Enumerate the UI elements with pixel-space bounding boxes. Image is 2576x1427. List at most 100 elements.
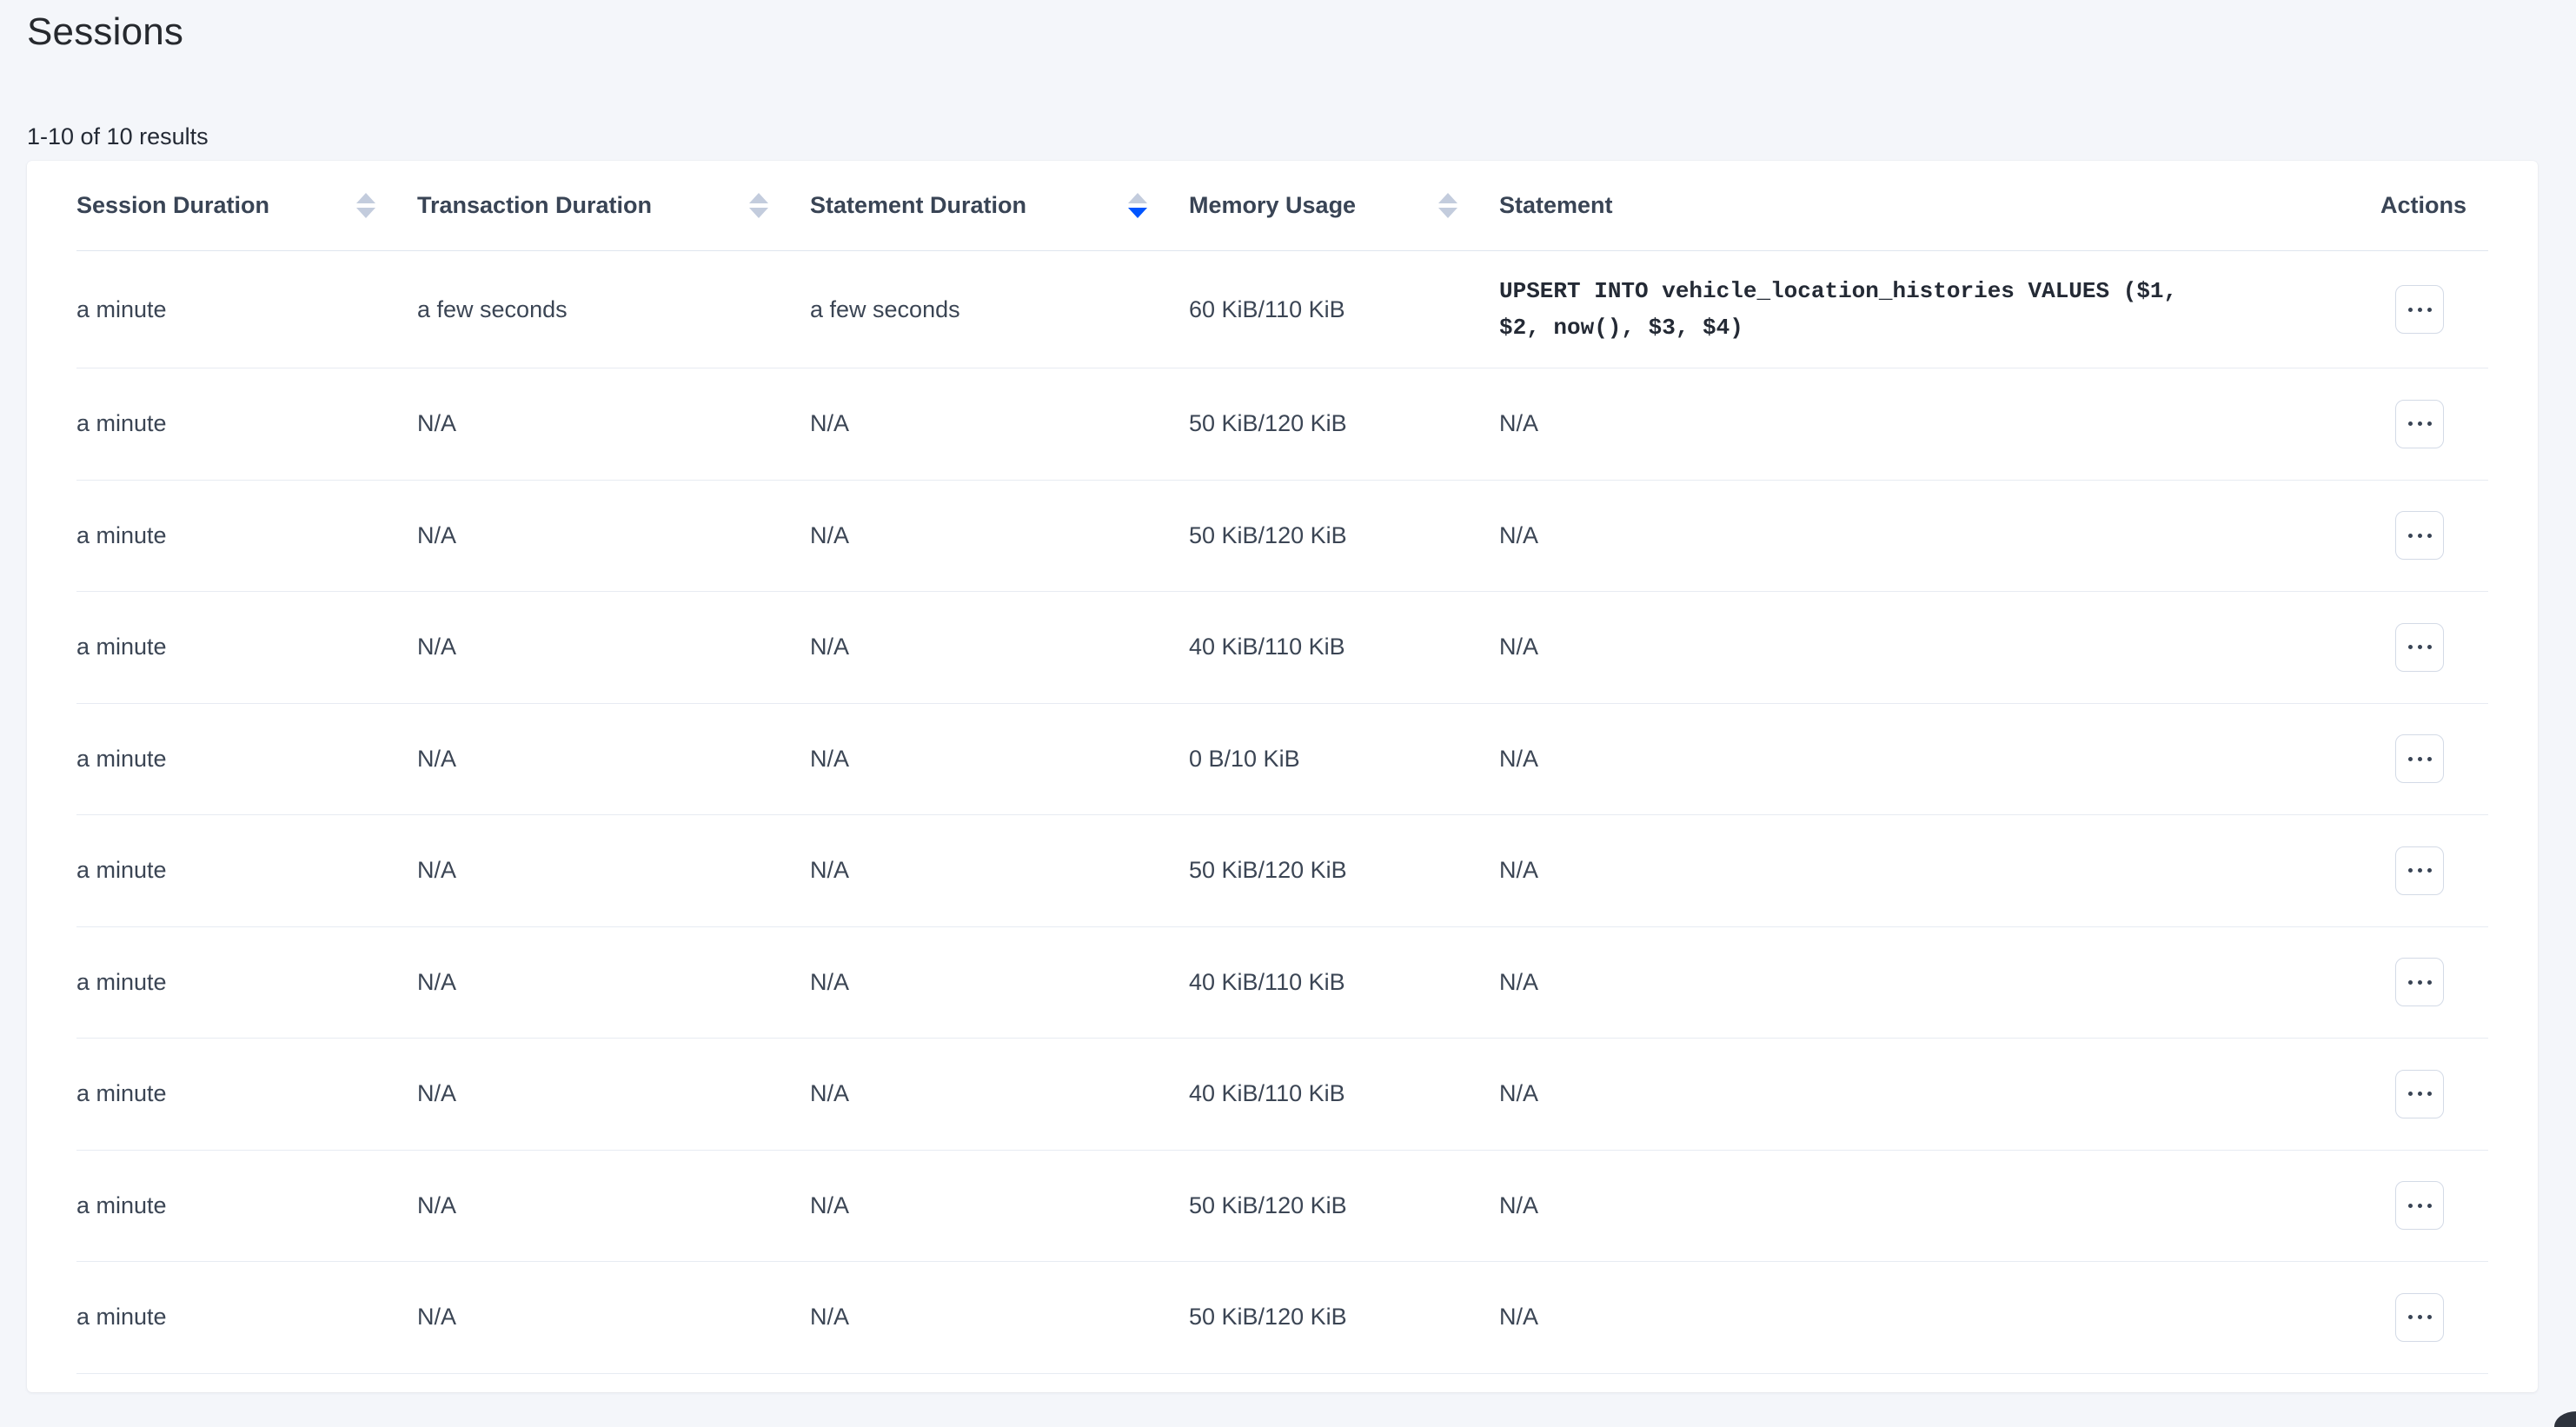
cell-actions (2380, 285, 2488, 334)
cell-memory-usage: 0 B/10 KiB (1189, 746, 1499, 773)
cell-session-duration: a minute (76, 296, 417, 323)
cell-statement-duration: N/A (810, 634, 1189, 660)
ellipsis-icon (2408, 1204, 2413, 1208)
screen-corner-artifact (2554, 1411, 2576, 1427)
session-actions-button[interactable] (2395, 734, 2444, 783)
ellipsis-icon (2427, 1092, 2432, 1096)
session-actions-button[interactable] (2395, 400, 2444, 448)
ellipsis-icon (2408, 645, 2413, 649)
cell-transaction-duration: N/A (417, 746, 810, 773)
ellipsis-icon (2408, 980, 2413, 985)
cell-actions (2380, 958, 2488, 1006)
table-row: a minuteN/AN/A50 KiB/120 KiBN/A (76, 1151, 2488, 1263)
column-header-label: Transaction Duration (417, 192, 652, 219)
cell-session-duration: a minute (76, 969, 417, 996)
table-row: a minuteN/AN/A50 KiB/120 KiBN/A (76, 1262, 2488, 1374)
ellipsis-icon (2418, 1315, 2422, 1319)
ellipsis-icon (2427, 980, 2432, 985)
table-row: a minuteN/AN/A50 KiB/120 KiBN/A (76, 368, 2488, 481)
column-header-label: Statement (1499, 192, 1613, 219)
session-actions-button[interactable] (2395, 511, 2444, 560)
cell-statement: N/A (1499, 634, 2380, 660)
sessions-table-card: Session Duration Transaction Duration Stat… (27, 161, 2538, 1392)
ellipsis-icon (2418, 534, 2422, 538)
sort-desc-arrow (356, 208, 375, 218)
ellipsis-icon (2427, 1315, 2432, 1319)
cell-statement: N/A (1499, 1192, 2380, 1219)
cell-transaction-duration: N/A (417, 1080, 810, 1107)
session-actions-button[interactable] (2395, 285, 2444, 334)
cell-statement-duration: N/A (810, 410, 1189, 437)
cell-memory-usage: 60 KiB/110 KiB (1189, 296, 1499, 323)
cell-statement: N/A (1499, 857, 2380, 884)
cell-memory-usage: 50 KiB/120 KiB (1189, 1304, 1499, 1331)
sort-icon (356, 193, 375, 218)
cell-statement-duration: N/A (810, 1080, 1189, 1107)
session-actions-button[interactable] (2395, 1070, 2444, 1118)
cell-memory-usage: 40 KiB/110 KiB (1189, 969, 1499, 996)
session-actions-button[interactable] (2395, 1181, 2444, 1230)
cell-transaction-duration: N/A (417, 1304, 810, 1331)
sort-asc-arrow (1438, 193, 1457, 203)
ellipsis-icon (2427, 757, 2432, 761)
column-header-label: Session Duration (76, 192, 269, 219)
cell-session-duration: a minute (76, 1192, 417, 1219)
column-header-statement: Statement (1499, 161, 2380, 250)
cell-statement: N/A (1499, 522, 2380, 549)
ellipsis-icon (2427, 308, 2432, 312)
sort-desc-arrow (749, 208, 768, 218)
column-header-label: Statement Duration (810, 192, 1026, 219)
cell-session-duration: a minute (76, 634, 417, 660)
session-actions-button[interactable] (2395, 846, 2444, 895)
session-actions-button[interactable] (2395, 623, 2444, 672)
ellipsis-icon (2418, 421, 2422, 426)
cell-memory-usage: 40 KiB/110 KiB (1189, 1080, 1499, 1107)
cell-transaction-duration: N/A (417, 969, 810, 996)
cell-statement-duration: N/A (810, 969, 1189, 996)
ellipsis-icon (2418, 1092, 2422, 1096)
cell-memory-usage: 50 KiB/120 KiB (1189, 522, 1499, 549)
column-header-label: Memory Usage (1189, 192, 1356, 219)
ellipsis-icon (2427, 645, 2432, 649)
table-row: a minutea few secondsa few seconds60 KiB… (76, 251, 2488, 368)
column-header-statement-duration[interactable]: Statement Duration (810, 161, 1189, 250)
sort-icon (749, 193, 768, 218)
ellipsis-icon (2418, 645, 2422, 649)
table-row: a minuteN/AN/A50 KiB/120 KiBN/A (76, 815, 2488, 927)
column-header-transaction-duration[interactable]: Transaction Duration (417, 161, 810, 250)
sort-desc-arrow (1128, 208, 1147, 218)
cell-session-duration: a minute (76, 1080, 417, 1107)
cell-statement-duration: N/A (810, 857, 1189, 884)
ellipsis-icon (2418, 308, 2422, 312)
cell-statement-duration: N/A (810, 1192, 1189, 1219)
session-actions-button[interactable] (2395, 1293, 2444, 1342)
column-header-session-duration[interactable]: Session Duration (76, 161, 417, 250)
ellipsis-icon (2408, 868, 2413, 873)
ellipsis-icon (2408, 757, 2413, 761)
table-row: a minuteN/AN/A0 B/10 KiBN/A (76, 704, 2488, 816)
cell-transaction-duration: N/A (417, 634, 810, 660)
cell-actions (2380, 1181, 2488, 1230)
table-header-row: Session Duration Transaction Duration Stat… (76, 161, 2488, 251)
cell-session-duration: a minute (76, 746, 417, 773)
sort-asc-arrow (749, 193, 768, 203)
cell-transaction-duration: N/A (417, 522, 810, 549)
column-header-label: Actions (2380, 192, 2466, 219)
column-header-memory-usage[interactable]: Memory Usage (1189, 161, 1499, 250)
cell-actions (2380, 846, 2488, 895)
cell-transaction-duration: N/A (417, 410, 810, 437)
cell-actions (2380, 1070, 2488, 1118)
session-actions-button[interactable] (2395, 958, 2444, 1006)
cell-statement-duration: a few seconds (810, 296, 1189, 323)
cell-actions (2380, 1293, 2488, 1342)
cell-statement-duration: N/A (810, 1304, 1189, 1331)
cell-session-duration: a minute (76, 857, 417, 884)
cell-transaction-duration: N/A (417, 857, 810, 884)
sort-desc-arrow (1438, 208, 1457, 218)
cell-session-duration: a minute (76, 1304, 417, 1331)
sort-icon (1438, 193, 1457, 218)
cell-memory-usage: 40 KiB/110 KiB (1189, 634, 1499, 660)
cell-statement: N/A (1499, 969, 2380, 996)
cell-statement: N/A (1499, 1080, 2380, 1107)
cell-statement: N/A (1499, 410, 2380, 437)
